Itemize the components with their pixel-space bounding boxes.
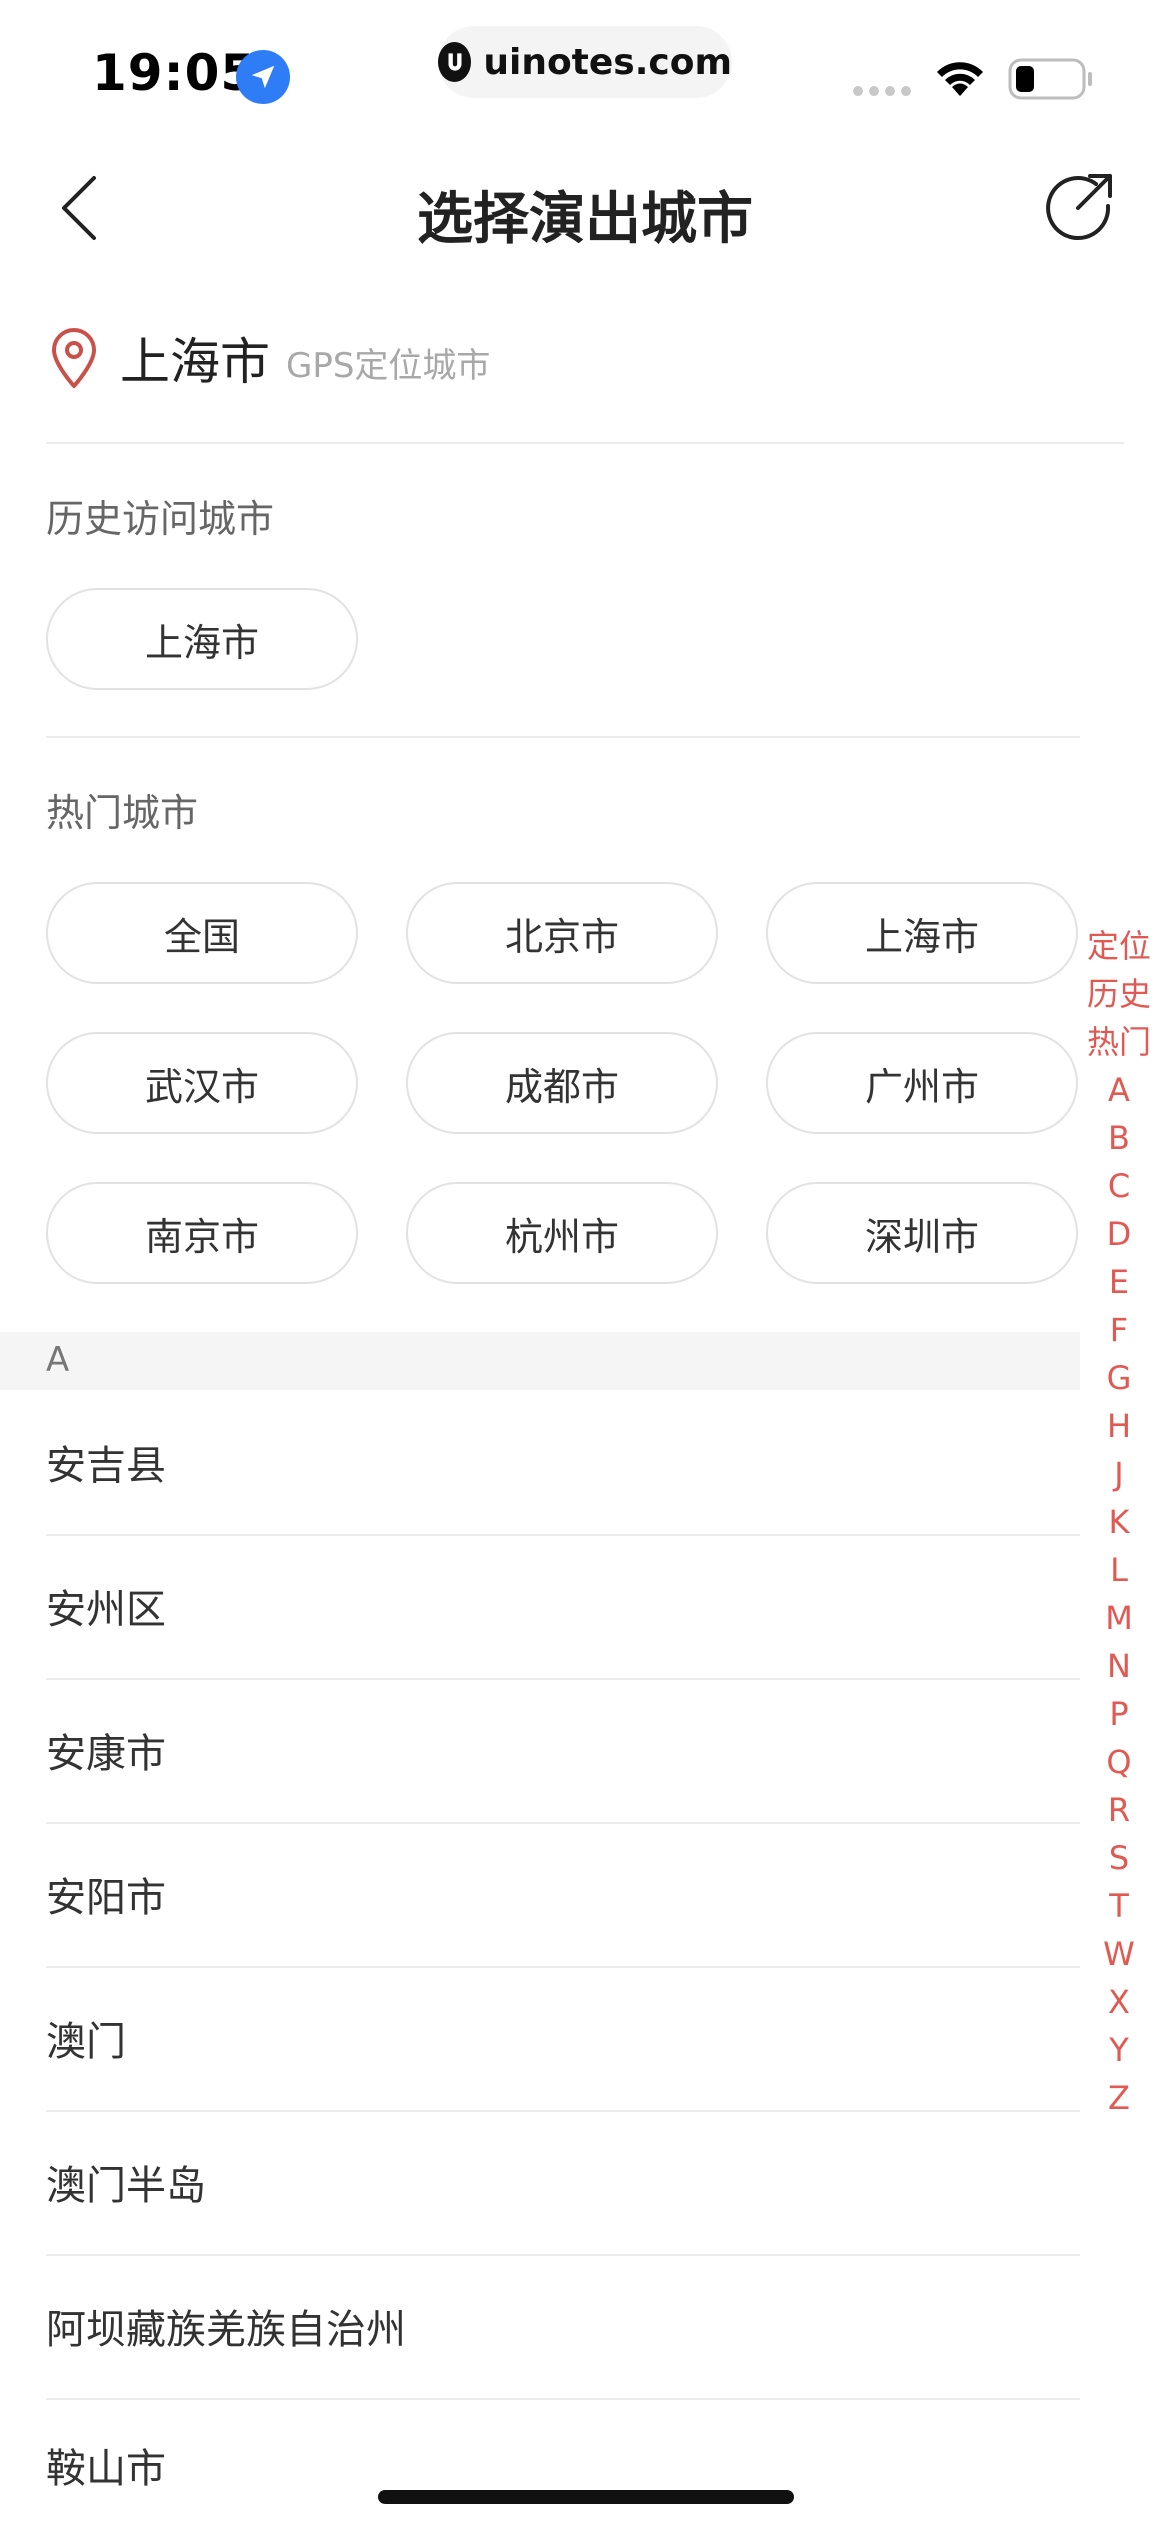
- index-item[interactable]: E: [1080, 1258, 1158, 1306]
- gps-city-label: GPS定位城市: [286, 345, 491, 386]
- site-logo-icon: [438, 42, 472, 82]
- index-item[interactable]: A: [1080, 1066, 1158, 1114]
- cellular-signal-icon: [853, 86, 911, 96]
- index-item[interactable]: Z: [1080, 2074, 1158, 2122]
- nav-bar: 选择演出城市: [0, 150, 1170, 262]
- index-item[interactable]: L: [1080, 1546, 1158, 1594]
- home-indicator[interactable]: [378, 2490, 794, 2504]
- index-item[interactable]: G: [1080, 1354, 1158, 1402]
- hot-city-chip[interactable]: 广州市: [766, 1032, 1078, 1134]
- city-list-item[interactable]: 鞍山市: [46, 2398, 1080, 2532]
- city-list-item[interactable]: 安康市: [46, 1678, 1080, 1822]
- city-list-item[interactable]: 安吉县: [46, 1390, 1080, 1534]
- index-item[interactable]: W: [1080, 1930, 1158, 1978]
- hot-city-chip[interactable]: 全国: [46, 882, 358, 984]
- index-item[interactable]: D: [1080, 1210, 1158, 1258]
- url-text: uinotes.com: [483, 41, 732, 83]
- index-item[interactable]: Q: [1080, 1738, 1158, 1786]
- index-item[interactable]: N: [1080, 1642, 1158, 1690]
- gps-city-name: 上海市: [120, 333, 270, 391]
- index-item[interactable]: Y: [1080, 2026, 1158, 2074]
- status-time: 19:05: [92, 44, 257, 102]
- url-pill[interactable]: uinotes.com: [438, 26, 732, 98]
- index-item[interactable]: B: [1080, 1114, 1158, 1162]
- location-pin-icon: [52, 328, 96, 388]
- divider: [46, 736, 1080, 738]
- index-item[interactable]: S: [1080, 1834, 1158, 1882]
- city-list-item[interactable]: 阿坝藏族羌族自治州: [46, 2254, 1080, 2398]
- status-bar: 19:05 uinotes.com: [0, 0, 1170, 150]
- history-city-chip[interactable]: 上海市: [46, 588, 358, 690]
- index-item[interactable]: C: [1080, 1162, 1158, 1210]
- battery-icon: [1008, 58, 1094, 104]
- wifi-icon: [932, 56, 988, 102]
- hot-section-title: 热门城市: [46, 791, 199, 835]
- index-item[interactable]: F: [1080, 1306, 1158, 1354]
- share-icon: [1046, 174, 1112, 241]
- hot-city-chip[interactable]: 杭州市: [406, 1182, 718, 1284]
- letter-section-label: A: [46, 1340, 70, 1380]
- index-item[interactable]: 历史: [1080, 970, 1158, 1018]
- hot-city-chip[interactable]: 成都市: [406, 1032, 718, 1134]
- index-item[interactable]: R: [1080, 1786, 1158, 1834]
- index-item[interactable]: 定位: [1080, 922, 1158, 970]
- hot-city-chip[interactable]: 南京市: [46, 1182, 358, 1284]
- hot-city-chip[interactable]: 北京市: [406, 882, 718, 984]
- index-item[interactable]: M: [1080, 1594, 1158, 1642]
- city-list-item[interactable]: 澳门半岛: [46, 2110, 1080, 2254]
- index-item[interactable]: 热门: [1080, 1018, 1158, 1066]
- index-item[interactable]: J: [1080, 1450, 1158, 1498]
- letter-section-header: A: [0, 1332, 1080, 1390]
- hot-city-chip[interactable]: 上海市: [766, 882, 1078, 984]
- share-button[interactable]: [1044, 170, 1116, 242]
- alphabet-index-bar[interactable]: 定位 历史 热门 A B C D E F G H J K L M N P Q R…: [1080, 922, 1158, 2122]
- hot-city-chip[interactable]: 深圳市: [766, 1182, 1078, 1284]
- index-item[interactable]: T: [1080, 1882, 1158, 1930]
- history-section-title: 历史访问城市: [46, 497, 275, 541]
- index-item[interactable]: K: [1080, 1498, 1158, 1546]
- index-item[interactable]: P: [1080, 1690, 1158, 1738]
- index-item[interactable]: X: [1080, 1978, 1158, 2026]
- page-title: 选择演出城市: [417, 187, 753, 252]
- hot-city-chip[interactable]: 武汉市: [46, 1032, 358, 1134]
- index-item[interactable]: H: [1080, 1402, 1158, 1450]
- gps-city-row[interactable]: 上海市 GPS定位城市: [46, 318, 490, 398]
- location-arrow-icon: [236, 50, 290, 104]
- divider: [46, 442, 1124, 444]
- city-list-item[interactable]: 安阳市: [46, 1822, 1080, 1966]
- city-list-item[interactable]: 澳门: [46, 1966, 1080, 2110]
- city-list-item[interactable]: 安州区: [46, 1534, 1080, 1678]
